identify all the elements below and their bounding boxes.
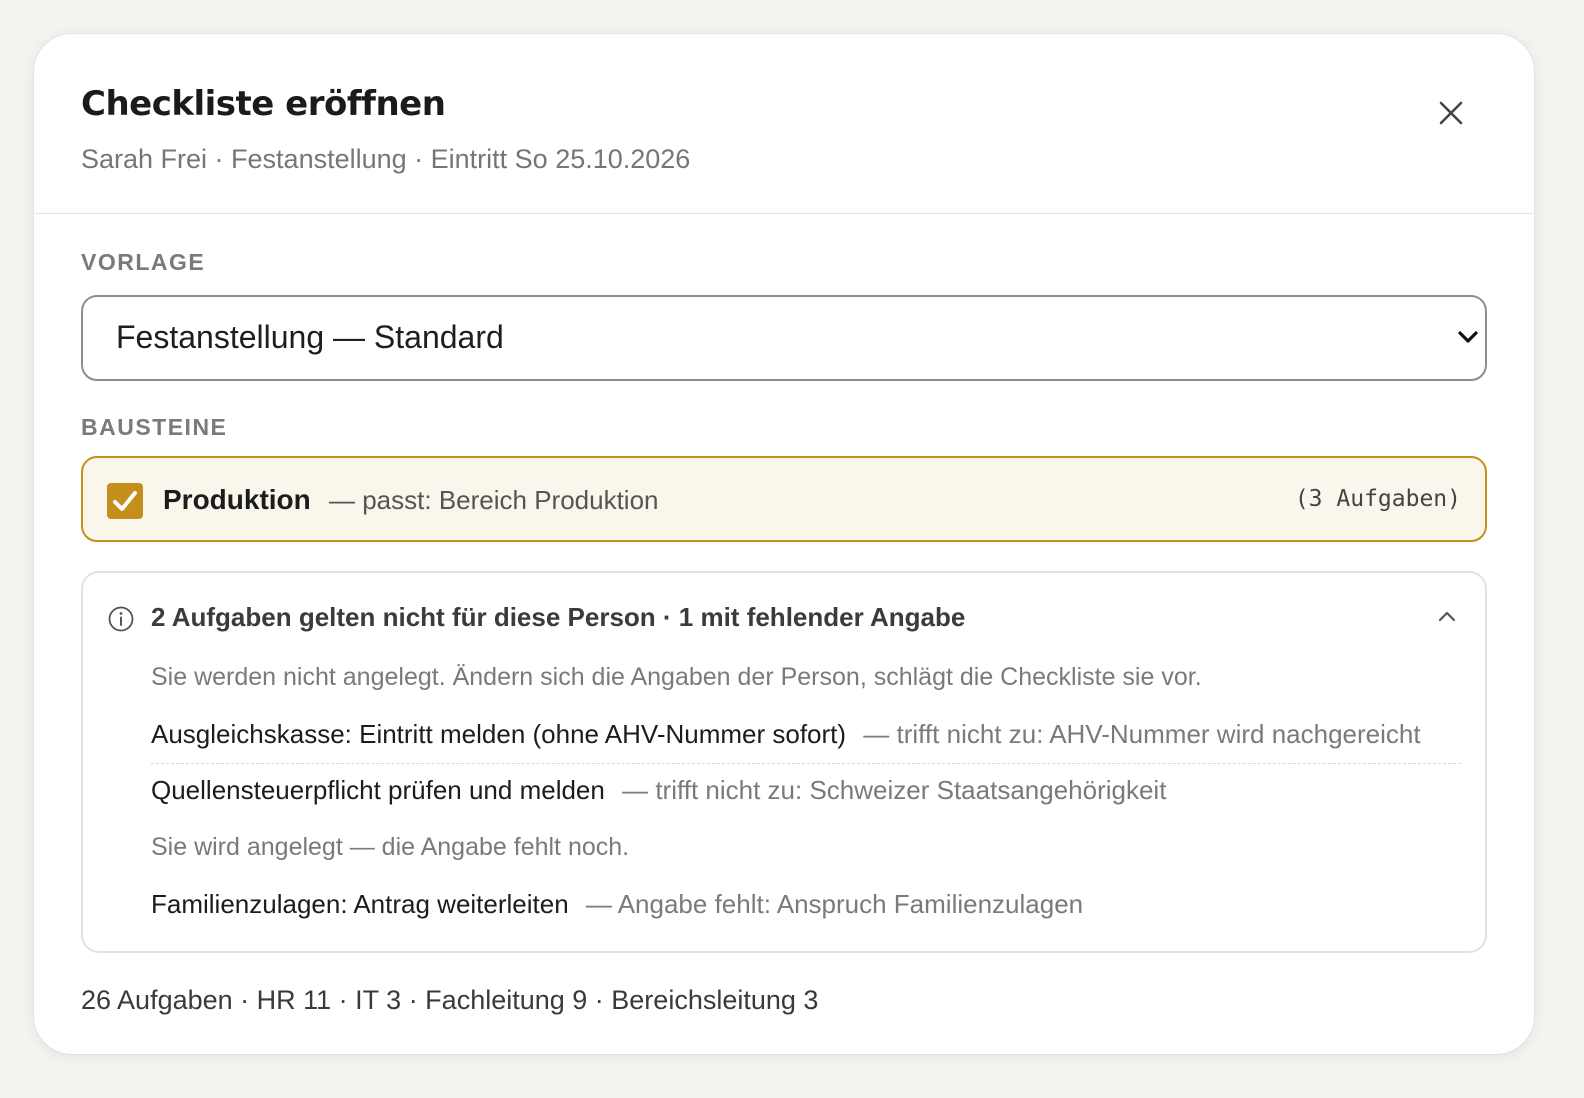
checkmark-icon <box>113 491 137 511</box>
dialog-subtitle: Sarah Frei · Festanstellung · Eintritt S… <box>81 144 691 174</box>
task-name: Familienzulagen: Antrag weiterleiten <box>151 889 569 919</box>
checklist-dialog: Checkliste eröffnen Sarah Frei · Festans… <box>34 34 1534 1054</box>
module-task-count: (3 Aufgaben) <box>1294 486 1461 512</box>
chevron-down-icon <box>1458 331 1478 343</box>
template-select[interactable]: Festanstellung — Standard <box>81 295 1487 381</box>
excluded-summary: 2 Aufgaben gelten nicht für diese Person… <box>151 602 966 632</box>
modules-label: BAUSTEINE <box>81 414 228 440</box>
task-name: Quellensteuerpflicht prüfen und melden <box>151 775 605 805</box>
close-button[interactable] <box>1434 96 1468 130</box>
close-icon <box>1439 101 1463 125</box>
task-reason: — Angabe fehlt: Anspruch Familienzulagen <box>585 889 1084 919</box>
excluded-tasks-panel: 2 Aufgaben gelten nicht für diese Person… <box>81 571 1487 953</box>
module-reason: — passt: Bereich Produktion <box>329 485 659 515</box>
excluded-task: Quellensteuerpflicht prüfen und melden —… <box>151 775 1461 806</box>
task-reason: — trifft nicht zu: Schweizer Staatsangeh… <box>622 775 1167 805</box>
dialog-title: Checkliste eröffnen <box>81 84 446 124</box>
info-icon <box>108 606 134 632</box>
task-summary: 26 Aufgaben · HR 11 · IT 3 · Fachleitung… <box>81 985 819 1015</box>
task-reason: — trifft nicht zu: AHV-Nummer wird nachg… <box>863 719 1421 749</box>
task-divider <box>151 763 1461 764</box>
excluded-task: Ausgleichskasse: Eintritt melden (ohne A… <box>151 719 1461 750</box>
module-name: Produktion <box>163 484 311 515</box>
missing-task: Familienzulagen: Antrag weiterleiten — A… <box>151 889 1461 920</box>
dialog-header: Checkliste eröffnen Sarah Frei · Festans… <box>34 34 1534 214</box>
chevron-up-icon[interactable] <box>1437 609 1457 623</box>
excluded-note: Sie werden nicht angelegt. Ändern sich d… <box>151 663 1202 691</box>
module-checkbox[interactable] <box>107 483 143 519</box>
missing-note: Sie wird angelegt — die Angabe fehlt noc… <box>151 833 630 861</box>
module-produktion[interactable]: Produktion — passt: Bereich Produktion (… <box>81 456 1487 542</box>
task-name: Ausgleichskasse: Eintritt melden (ohne A… <box>151 719 847 749</box>
template-select-value: Festanstellung — Standard <box>116 319 504 355</box>
template-label: VORLAGE <box>81 249 206 275</box>
